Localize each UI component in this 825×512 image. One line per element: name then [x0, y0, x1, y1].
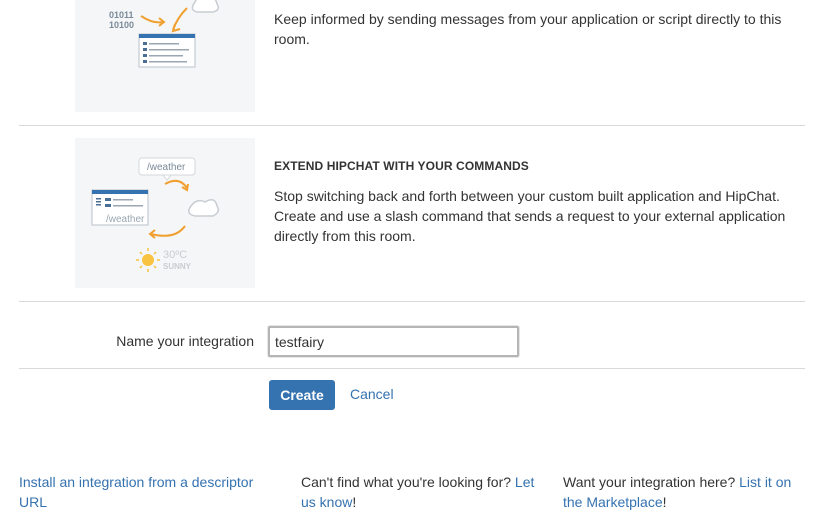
marketplace-text: Want your integration here?: [563, 474, 736, 490]
commands-illustration: /weather /weather 30ºC SUNNY: [75, 138, 255, 288]
divider-3: [19, 368, 805, 369]
commands-graphic: /weather /weather 30ºC SUNNY: [91, 157, 220, 272]
send-messages-graphic: 01011 10100: [109, 0, 220, 68]
divider-1: [19, 125, 805, 126]
send-messages-description: Keep informed by sending messages from y…: [274, 11, 782, 47]
marketplace-suffix: !: [662, 494, 667, 510]
integration-name-label: Name your integration: [116, 333, 254, 349]
create-button[interactable]: Create: [269, 380, 335, 410]
binary-text-1: 01011: [109, 10, 134, 20]
cancel-link[interactable]: Cancel: [350, 386, 394, 402]
footer-feedback: Can't find what you're looking for? Let …: [301, 472, 541, 512]
binary-text-2: 10100: [109, 20, 134, 30]
integration-name-input[interactable]: [268, 326, 519, 357]
feedback-text: Can't find what you're looking for?: [301, 474, 512, 490]
footer-marketplace: Want your integration here? List it on t…: [563, 472, 803, 512]
commands-description: Stop switching back and forth between yo…: [274, 188, 786, 244]
commands-section-title: EXTEND HIPCHAT WITH YOUR COMMANDS: [274, 159, 529, 173]
feedback-suffix: !: [352, 494, 357, 510]
footer-install-descriptor: Install an integration from a descriptor…: [19, 472, 259, 512]
divider-2: [19, 301, 805, 302]
condition-text: SUNNY: [163, 262, 192, 271]
window-command-text: /weather: [106, 214, 145, 225]
temperature-text: 30ºC: [163, 249, 187, 261]
install-descriptor-link[interactable]: Install an integration from a descriptor…: [19, 474, 253, 510]
send-messages-illustration: 01011 10100: [75, 0, 255, 112]
bubble-command-text: /weather: [147, 162, 186, 173]
